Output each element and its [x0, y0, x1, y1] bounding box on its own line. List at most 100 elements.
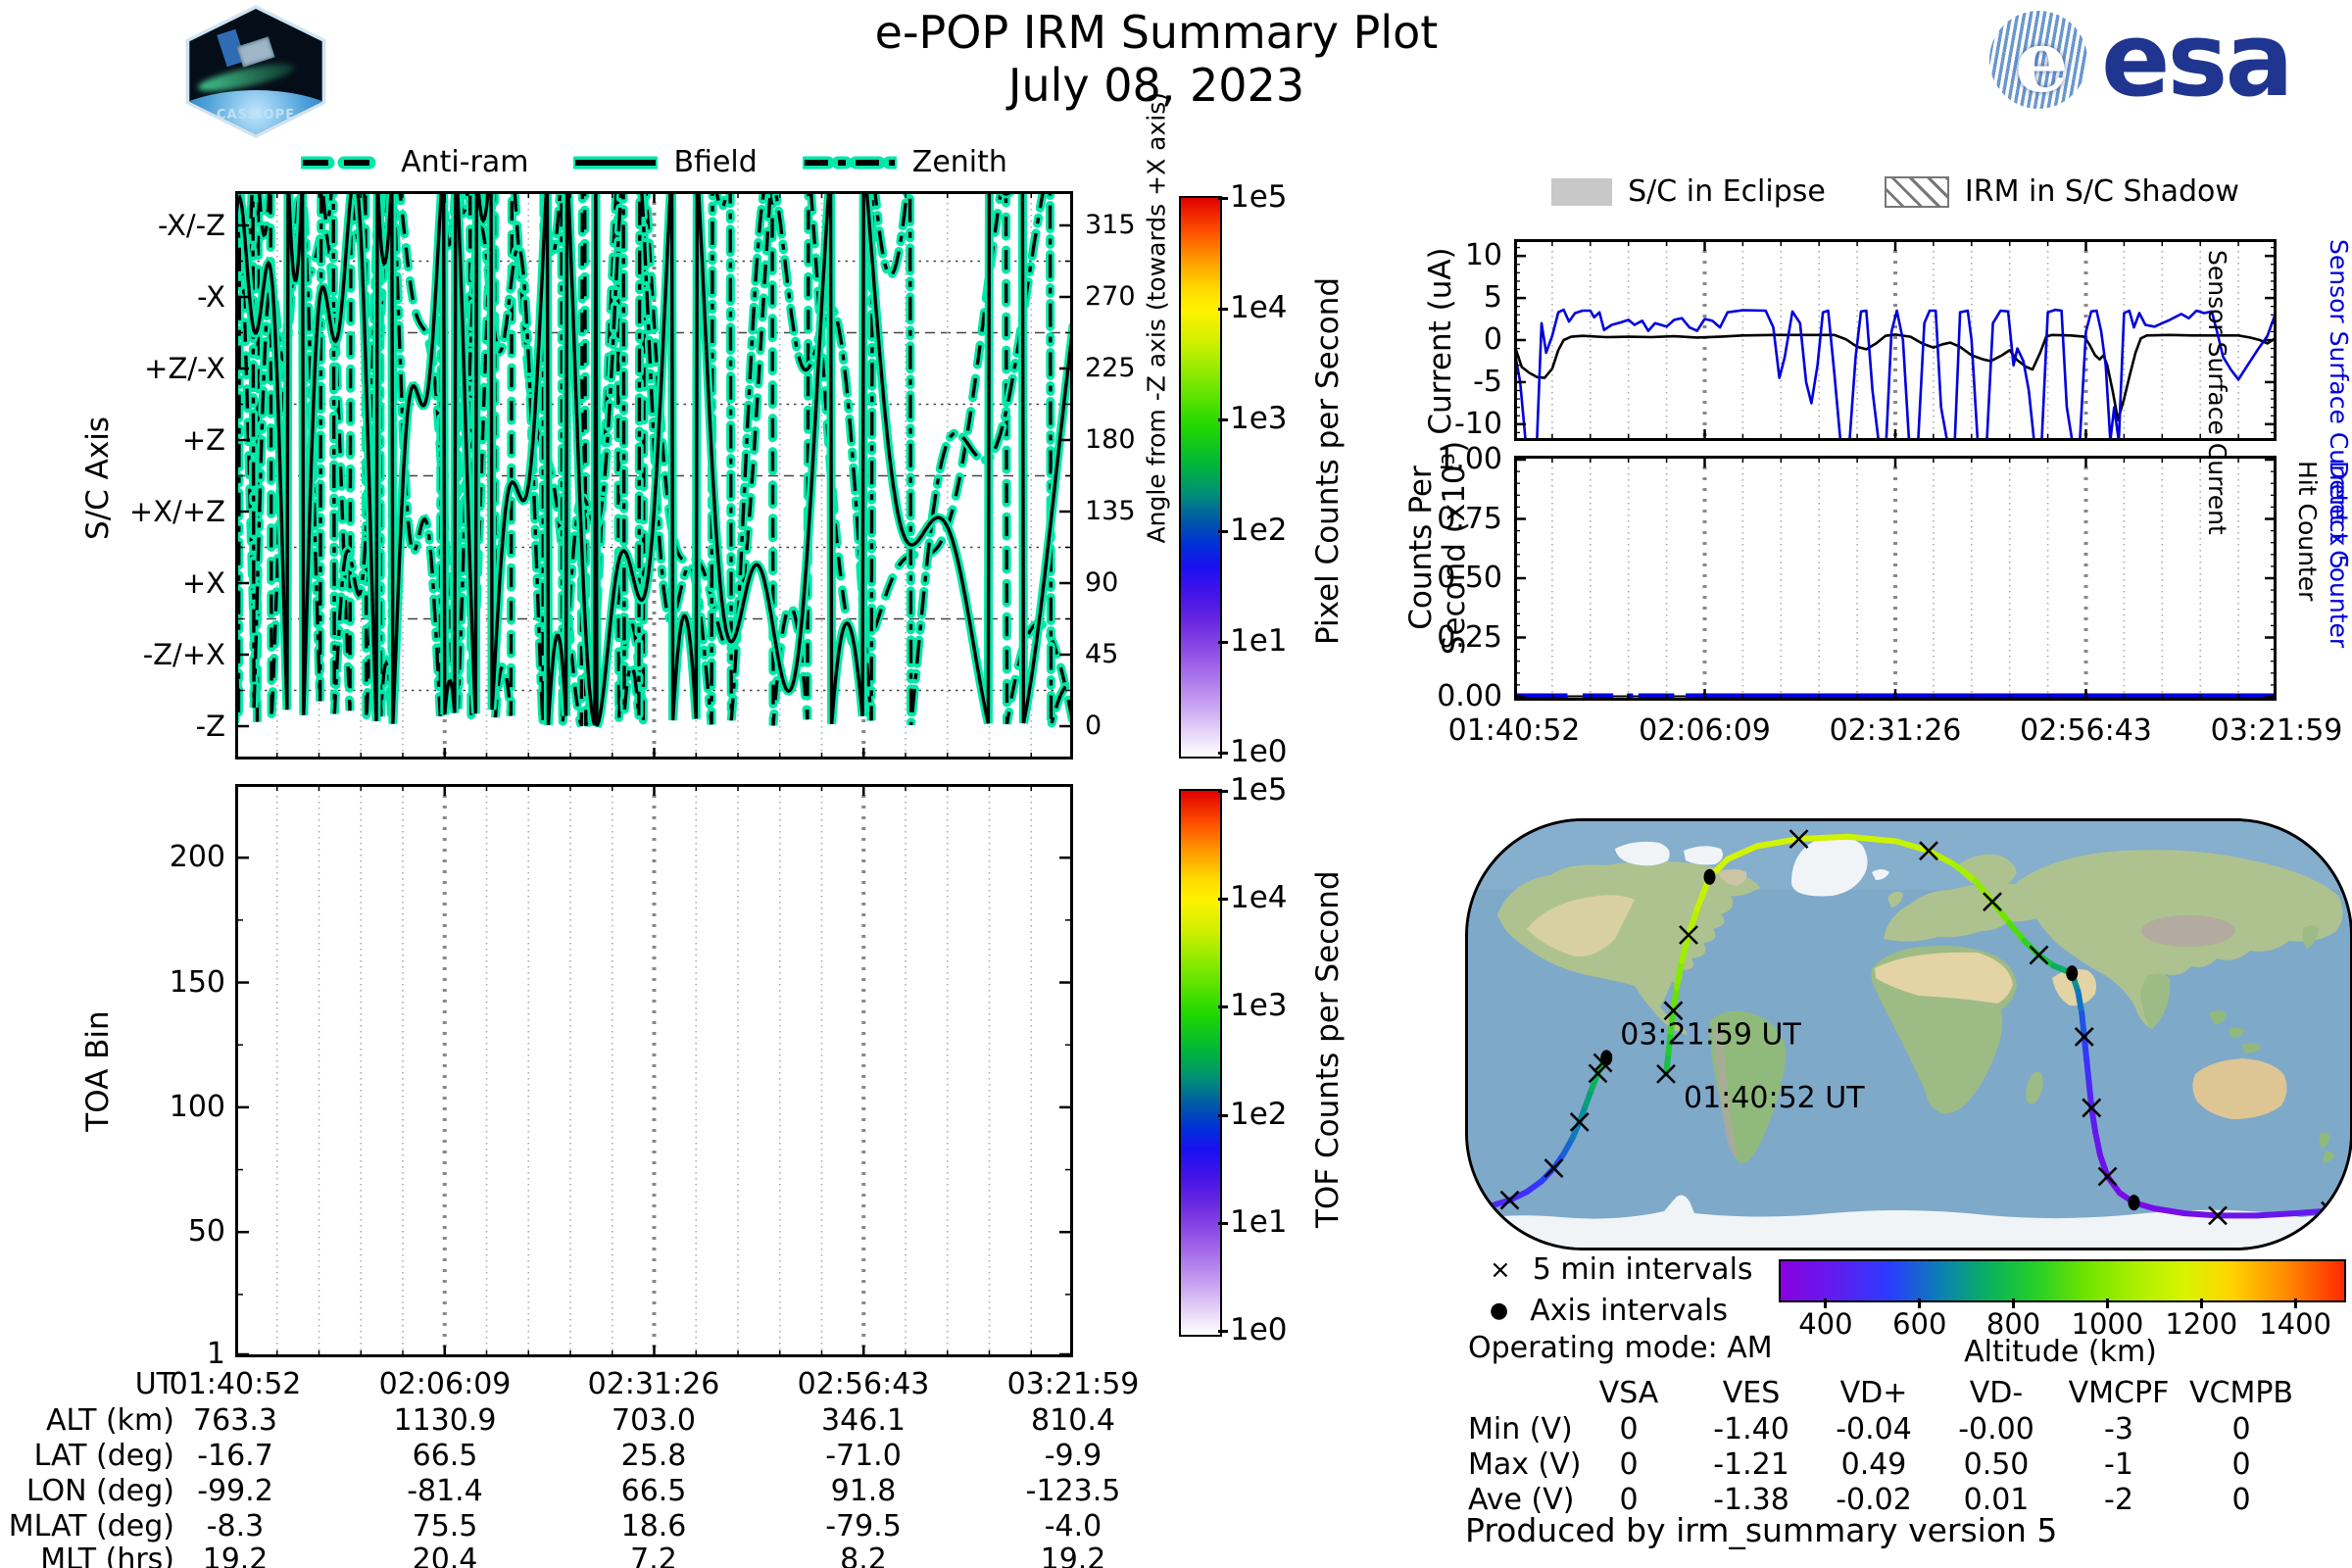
voltage-cell: -1.38 [1713, 1483, 1789, 1517]
legend-item-eclipse: S/C in Eclipse [1551, 174, 1826, 209]
ephemeris-cell: -8.3 [206, 1509, 265, 1544]
voltage-row-label: Min (V) [1468, 1412, 1573, 1446]
current-ytick: 0 [1483, 322, 1502, 357]
sc-axis-ytick: -X [197, 280, 225, 314]
ephemeris-cell: 02:56:43 [797, 1367, 930, 1401]
sc-axis-plot [235, 191, 1073, 760]
right-time-tick: 02:56:43 [2020, 713, 2152, 748]
marker-legend-5min-label: 5 min intervals [1532, 1252, 1753, 1287]
toa-ytick: 150 [169, 964, 225, 1000]
legend-item-zenith: Zenith [802, 145, 1007, 179]
ephemeris-cell: 66.5 [620, 1474, 687, 1508]
world-map: 03:21:59 UT 01:40:52 UT [1468, 821, 2350, 1248]
angle-tick: 90 [1085, 567, 1119, 598]
marker-legend-axis-label: Axis intervals [1530, 1294, 1728, 1328]
bfield-solid-line-icon [573, 156, 659, 169]
voltage-row-label: Max (V) [1468, 1447, 1582, 1482]
colorbar-tick-mark [1218, 418, 1228, 422]
colorbar-tick: 1e1 [1230, 622, 1288, 659]
angle-tick: 315 [1085, 210, 1136, 240]
voltage-col-header: VCMPB [2188, 1376, 2294, 1410]
ephemeris-row-label: MLAT (deg) [8, 1509, 174, 1544]
right-time-tick: 02:31:26 [1829, 713, 1962, 748]
voltage-cell: 0 [1619, 1412, 1639, 1446]
voltage-cell: 0.01 [1963, 1483, 2030, 1517]
voltage-cell: -0.00 [1958, 1412, 2034, 1446]
pixel-colorbar-label: Pixel Counts per Second [1310, 276, 1346, 645]
ephemeris-cell: 91.8 [830, 1474, 897, 1508]
sc-axis-ytick: +X/+Z [128, 495, 225, 528]
shadow-hatched-box-icon [1884, 175, 1949, 208]
colorbar-tick-mark [1218, 197, 1228, 200]
colorbar-tick-mark [1218, 1221, 1228, 1225]
ephemeris-cell: -81.4 [407, 1474, 483, 1508]
voltage-row-label: Ave (V) [1468, 1483, 1575, 1517]
ephemeris-cell: -16.7 [197, 1439, 273, 1473]
ephemeris-cell: -71.0 [825, 1439, 902, 1473]
colorbar-tick: 1e2 [1230, 1096, 1288, 1132]
ephemeris-cell: 763.3 [193, 1403, 277, 1438]
ephemeris-cell: -99.2 [197, 1474, 273, 1508]
ephemeris-row-label: LAT (deg) [33, 1439, 174, 1473]
esa-globe-icon: e [1989, 11, 2087, 109]
ephemeris-cell: 02:06:09 [378, 1367, 512, 1401]
colorbar-tick: 1e4 [1230, 290, 1288, 326]
colorbar-tick-mark [1218, 752, 1228, 755]
angle-tick: 225 [1085, 353, 1136, 383]
legend-item-shadow: IRM in S/C Shadow [1884, 174, 2239, 209]
voltage-cell: 0 [2231, 1447, 2251, 1482]
ephemeris-cell: 75.5 [412, 1509, 478, 1544]
voltage-cell: -1.40 [1713, 1412, 1789, 1446]
voltage-col-header: VSA [1598, 1376, 1659, 1410]
operating-mode: Operating mode: AM [1468, 1331, 1773, 1365]
legend-label-shadow: IRM in S/C Shadow [1964, 174, 2239, 209]
right-time-tick: 01:40:52 [1447, 713, 1581, 748]
voltage-cell: 0.49 [1840, 1447, 1907, 1482]
toa-ylabel: TOA Bin [80, 1010, 116, 1132]
ephemeris-cell: 02:31:26 [587, 1367, 720, 1401]
ground-track-map: 03:21:59 UT 01:40:52 UT [1465, 818, 2352, 1250]
voltage-cell: -0.04 [1836, 1412, 1912, 1446]
colorbar-tick: 1e5 [1230, 179, 1288, 215]
altitude-tick: 400 [1798, 1307, 1853, 1341]
voltage-cell: 0 [1619, 1483, 1639, 1517]
map-annotation-start: 01:40:52 UT [1684, 1081, 1865, 1115]
legend-item-antiram: Anti-ram [301, 145, 528, 179]
ephemeris-row-label: UT [134, 1367, 174, 1401]
voltage-col-header: VMCPF [2068, 1376, 2170, 1410]
colorbar-tick: 1e3 [1230, 401, 1288, 437]
sc-axis-ytick: -Z [195, 710, 225, 743]
ephemeris-cell: 25.8 [620, 1439, 687, 1473]
altitude-colorbar [1779, 1259, 2346, 1302]
ephemeris-cell: 810.4 [1031, 1403, 1115, 1438]
ephemeris-cell: -123.5 [1025, 1474, 1121, 1508]
counts-ytick: 0.75 [1437, 501, 1502, 536]
toa-ytick: 200 [169, 840, 225, 875]
counts-plot [1514, 456, 2277, 701]
colorbar-tick: 1e1 [1230, 1203, 1288, 1240]
colorbar-tick-mark [1218, 529, 1228, 533]
patch-satellite-icon [236, 36, 275, 68]
legend-label-bfield: Bfield [673, 145, 758, 179]
dot-marker-icon: ● [1490, 1298, 1509, 1323]
esa-logo: e esa [1989, 8, 2350, 112]
legend-label-eclipse: S/C in Eclipse [1628, 174, 1826, 209]
current-ytick: -5 [1473, 364, 1502, 399]
marker-legend-axis: ● Axis intervals [1490, 1294, 1728, 1328]
ephemeris-cell: 8.2 [840, 1543, 887, 1568]
sc-axis-ytick: +Z [181, 423, 225, 457]
colorbar-tick: 1e4 [1230, 880, 1288, 916]
voltage-cell: 0.50 [1963, 1447, 2030, 1482]
counts-ytick: 0.50 [1437, 561, 1502, 595]
marker-legend-5min: × 5 min intervals [1490, 1252, 1753, 1287]
ephemeris-cell: 1130.9 [393, 1403, 497, 1438]
ephemeris-row-label: MLT (hrs) [40, 1543, 174, 1568]
voltage-cell: -1.21 [1713, 1447, 1789, 1482]
voltage-cell: -1 [2104, 1447, 2133, 1482]
ephemeris-cell: -9.9 [1044, 1439, 1102, 1473]
counts-right-label-black: Hit Counter [2293, 461, 2322, 602]
altitude-tick: 600 [1892, 1307, 1947, 1341]
toa-bin-plot [235, 784, 1073, 1357]
legend-item-bfield: Bfield [573, 145, 758, 179]
eclipse-filled-box-icon [1551, 177, 1613, 206]
